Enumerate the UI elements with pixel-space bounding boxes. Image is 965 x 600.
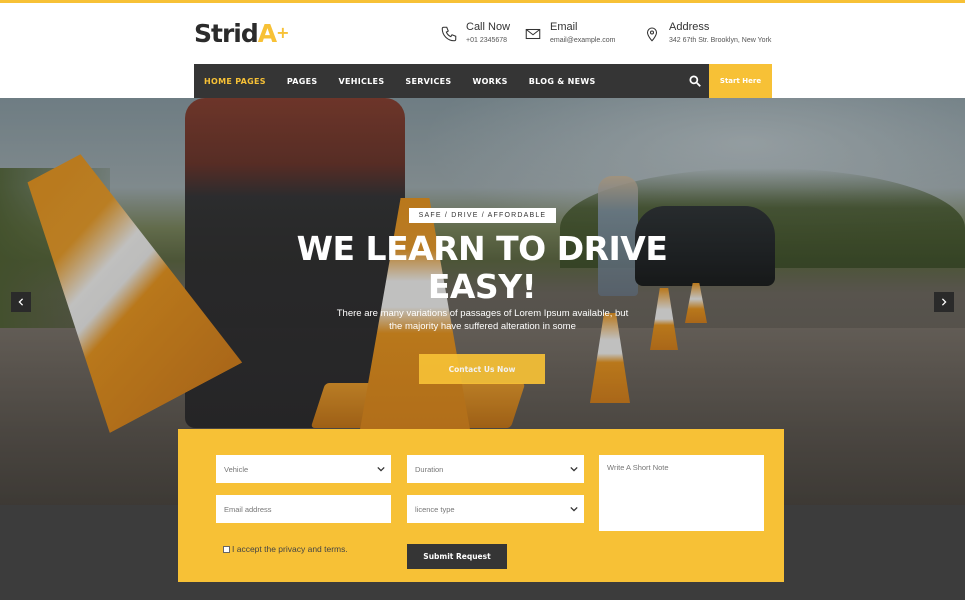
site-logo[interactable]: StridA+: [194, 19, 290, 48]
contact-us-button[interactable]: Contact Us Now: [419, 354, 545, 384]
nav-item-pages[interactable]: PAGES: [287, 77, 318, 86]
search-icon[interactable]: [688, 74, 702, 88]
site-header: StridA+ Call Now +01 2345678 Email email…: [0, 3, 965, 64]
hero-description: There are many variations of passages of…: [336, 308, 629, 332]
email-field[interactable]: Email address: [216, 495, 391, 523]
chevron-left-icon: [18, 298, 24, 306]
privacy-label: I accept the privacy and terms.: [232, 544, 348, 554]
chevron-right-icon: [941, 298, 947, 306]
contact-address-detail: 342 67th Str. Brooklyn, New York: [669, 37, 772, 44]
contact-address-title: Address: [669, 21, 710, 33]
contact-address: Address 342 67th Str. Brooklyn, New York: [643, 21, 771, 46]
nav-item-home-pages[interactable]: HOME PAGES: [204, 77, 266, 86]
contact-call-title: Call Now: [466, 21, 511, 33]
slider-prev-button[interactable]: [11, 292, 31, 312]
privacy-agreement[interactable]: I accept the privacy and terms.: [223, 544, 348, 554]
contact-email-detail[interactable]: email@example.com: [550, 36, 615, 46]
chevron-down-icon: [570, 506, 578, 512]
start-here-button[interactable]: Start Here: [709, 64, 772, 98]
contact-email: Email email@example.com: [524, 21, 615, 46]
nav-item-works[interactable]: WORKS: [472, 77, 507, 86]
contact-email-title: Email: [550, 21, 578, 33]
nav-item-services[interactable]: SERVICES: [405, 77, 451, 86]
mail-icon: [525, 28, 541, 40]
note-textarea[interactable]: Write A Short Note: [599, 455, 764, 531]
contact-call: Call Now +01 2345678: [440, 21, 510, 46]
hero-title: WE LEARN TO DRIVE EASY!: [296, 229, 668, 306]
location-pin-icon: [646, 27, 658, 42]
privacy-checkbox[interactable]: [223, 545, 230, 553]
chevron-down-icon: [377, 466, 385, 472]
nav-item-vehicles[interactable]: VEHICLES: [338, 77, 384, 86]
vehicle-select[interactable]: Vehicle: [216, 455, 391, 483]
licence-type-select[interactable]: licence type: [407, 495, 584, 523]
booking-form: Vehicle Duration Email address licence t…: [178, 429, 784, 582]
main-nav: HOME PAGES PAGES VEHICLES SERVICES WORKS…: [194, 64, 772, 98]
contact-call-detail: +01 2345678: [466, 37, 508, 44]
submit-request-button[interactable]: Submit Request: [407, 544, 507, 569]
hero-tagline: SAFE / DRIVE / AFFORDABLE: [409, 208, 556, 223]
nav-items: HOME PAGES PAGES VEHICLES SERVICES WORKS…: [204, 64, 617, 98]
slider-next-button[interactable]: [934, 292, 954, 312]
nav-item-blog-news[interactable]: BLOG & NEWS: [529, 77, 596, 86]
duration-select[interactable]: Duration: [407, 455, 584, 483]
chevron-down-icon: [570, 466, 578, 472]
phone-icon: [441, 26, 457, 42]
